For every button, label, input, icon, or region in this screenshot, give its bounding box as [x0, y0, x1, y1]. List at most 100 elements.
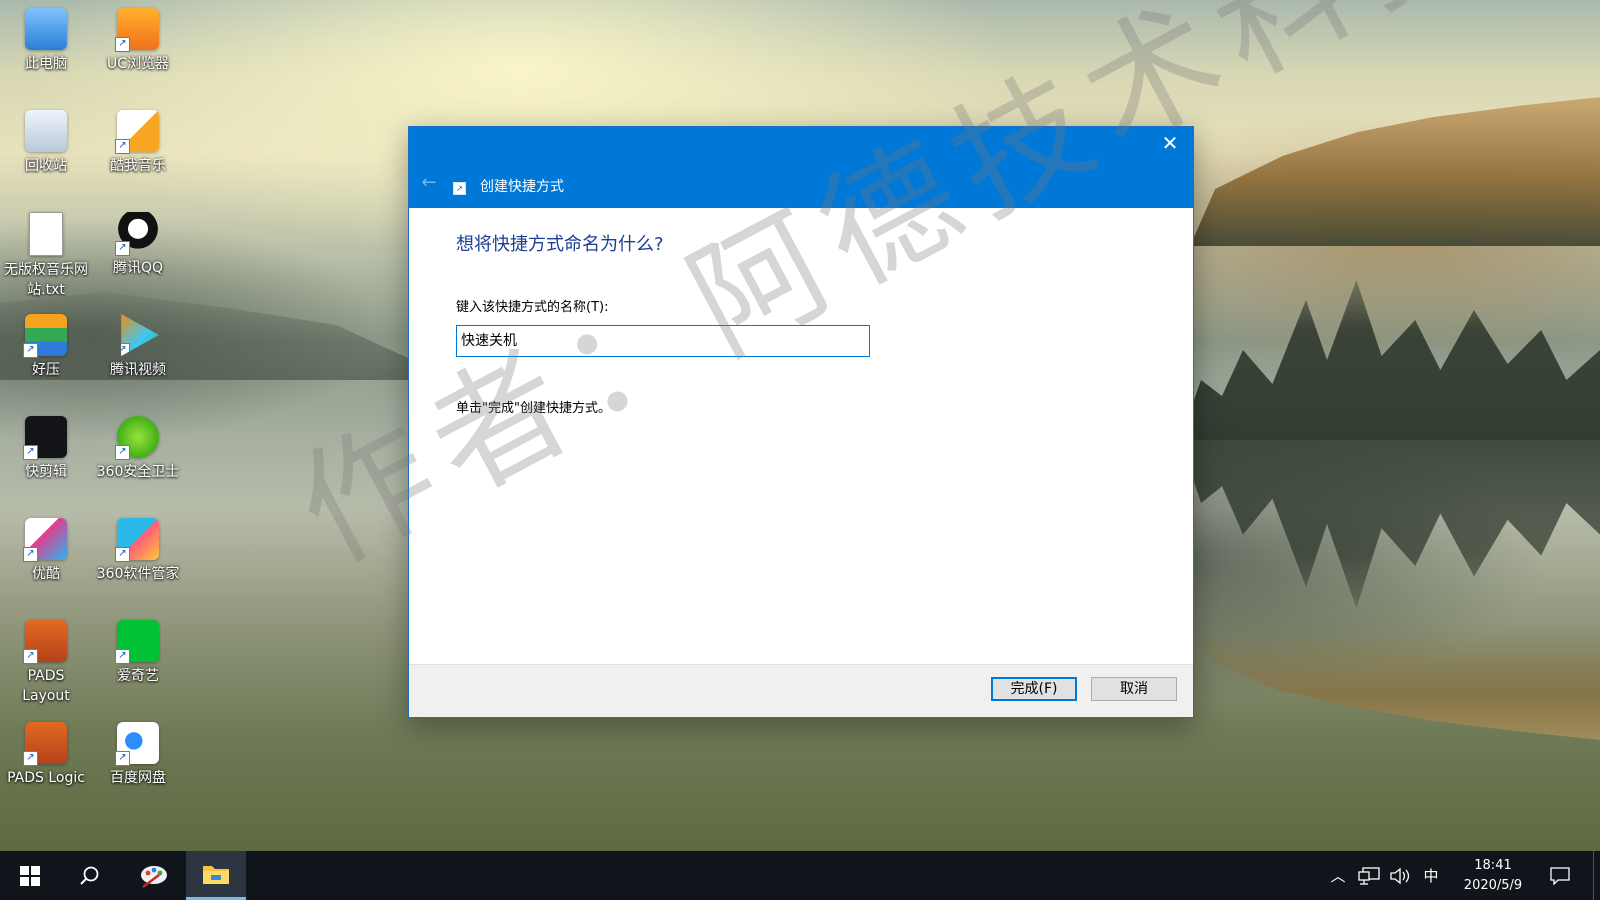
shortcut-arrow-icon: ↗	[115, 241, 130, 256]
input-method-button[interactable]: 中	[1418, 851, 1444, 900]
desktop-icon-label: PADS Logic	[7, 770, 85, 786]
finish-button[interactable]: 完成(F)	[991, 677, 1077, 701]
shortcut-arrow-icon: ↗	[23, 547, 38, 562]
kuwo-music-icon: ↗	[115, 110, 159, 154]
360-software-manager-icon: ↗	[115, 518, 159, 562]
chevron-up-icon: ︿	[1330, 867, 1346, 885]
network-icon	[1358, 866, 1380, 885]
taskbar-app-paint[interactable]	[124, 851, 184, 900]
folder-icon	[203, 866, 229, 884]
search-icon	[80, 866, 99, 885]
youku-icon: ↗	[23, 518, 67, 562]
shortcut-name-input[interactable]	[456, 325, 870, 357]
desktop-icon-label: 百度网盘	[110, 770, 166, 786]
desktop-icon-recycle-bin[interactable]: 回收站	[0, 106, 92, 202]
search-button[interactable]	[60, 851, 120, 900]
desktop-icon-haozip[interactable]: ↗ 好压	[0, 310, 92, 406]
pads-logic-icon: ↗	[23, 722, 67, 766]
desktop-icon-uc-browser[interactable]: ↗ UC浏览器	[92, 4, 184, 100]
desktop-icon-tencent-video[interactable]: ↗ 腾讯视频	[92, 310, 184, 406]
shortcut-arrow-icon: ↗	[23, 751, 38, 766]
shortcut-arrow-icon: ↗	[23, 649, 38, 664]
desktop-icon-360-software-manager[interactable]: ↗ 360软件管家	[92, 514, 184, 610]
desktop-icon-360-security[interactable]: ↗ 360安全卫士	[92, 412, 184, 508]
notification-icon	[1550, 866, 1570, 885]
show-desktop-button[interactable]	[1593, 851, 1600, 900]
start-button[interactable]	[0, 851, 60, 900]
desktop-icon-kuwo-music[interactable]: ↗ 酷我音乐	[92, 106, 184, 202]
desktop-icon-label: UC浏览器	[106, 56, 170, 72]
uc-browser-icon: ↗	[115, 8, 159, 52]
action-center-button[interactable]	[1544, 851, 1576, 900]
desktop-icon-label: 快剪辑	[25, 464, 67, 480]
speaker-icon	[1390, 867, 1410, 884]
shortcut-arrow-icon: ↗	[115, 445, 130, 460]
cancel-button[interactable]: 取消	[1091, 677, 1177, 701]
shortcut-name-label: 键入该快捷方式的名称(T):	[456, 300, 609, 315]
desktop-icon-label: 腾讯QQ	[112, 260, 164, 276]
desktop-icon-text-file[interactable]: 无版权音乐网站.txt	[0, 208, 92, 308]
desktop-icon-baidu-netdisk[interactable]: ↗ 百度网盘	[92, 718, 184, 814]
desktop-icon-label: 此电脑	[25, 56, 67, 72]
desktop-icon-label: 好压	[32, 362, 60, 378]
qq-icon: ↗	[115, 212, 159, 256]
show-hidden-icons-button[interactable]: ︿	[1326, 851, 1350, 900]
dialog-header: ✕ ← ↗ 创建快捷方式	[409, 127, 1193, 208]
recycle-bin-icon	[25, 110, 67, 152]
wallpaper-tree-reflection	[1180, 440, 1600, 608]
computer-icon	[25, 8, 67, 50]
desktop-icon-label: 回收站	[25, 158, 67, 174]
shortcut-wizard-icon: ↗	[453, 182, 466, 195]
desktop-icon-label: 360软件管家	[96, 566, 180, 582]
close-icon: ✕	[1161, 131, 1179, 155]
shortcut-arrow-icon: ↗	[23, 343, 38, 358]
wallpaper-mountain	[1190, 96, 1600, 246]
taskbar-app-file-explorer[interactable]	[186, 851, 246, 900]
dialog-footer: 完成(F) 取消	[409, 664, 1193, 717]
desktop-icon-qq[interactable]: ↗ 腾讯QQ	[92, 208, 184, 304]
desktop-icon-pads-logic[interactable]: ↗ PADS Logic	[0, 718, 92, 814]
kuaijianji-icon: ↗	[23, 416, 67, 460]
clock-date: 2020/5/9	[1463, 878, 1523, 893]
desktop-icon-youku[interactable]: ↗ 优酷	[0, 514, 92, 610]
shortcut-arrow-icon: ↗	[121, 343, 130, 356]
clock[interactable]: 18:41 2020/5/9	[1448, 856, 1538, 896]
shortcut-arrow-icon: ↗	[115, 37, 130, 52]
back-arrow-icon: ←	[421, 172, 437, 193]
desktop-icon-label: 优酷	[32, 566, 60, 582]
iqiyi-icon: ↗	[115, 620, 159, 664]
windows-logo-icon	[20, 865, 40, 886]
desktop-icon-this-pc[interactable]: 此电脑	[0, 4, 92, 100]
wallpaper-mountain-reflection	[1190, 630, 1600, 740]
clock-time: 18:41	[1474, 858, 1512, 873]
wallpaper-trees	[1180, 280, 1600, 440]
desktop-icon-label: 无版权音乐网站.txt	[4, 262, 88, 298]
desktop-icon-pads-layout[interactable]: ↗ PADS Layout	[0, 616, 92, 716]
page-heading: 想将快捷方式命名为什么?	[456, 234, 664, 255]
baidu-netdisk-icon: ↗	[115, 722, 159, 766]
desktop-icon-label: PADS Layout	[22, 668, 70, 704]
dialog-title: 创建快捷方式	[480, 179, 564, 195]
create-shortcut-dialog: ✕ ← ↗ 创建快捷方式 想将快捷方式命名为什么? 键入该快捷方式的名称(T):…	[408, 126, 1194, 718]
pads-layout-icon: ↗	[23, 620, 67, 664]
shortcut-arrow-icon: ↗	[23, 445, 38, 460]
text-file-icon	[29, 212, 63, 256]
taskbar: ︿ 中 18:41 2020/5/9	[0, 851, 1600, 900]
tencent-video-icon: ↗	[121, 314, 159, 356]
360-security-icon: ↗	[115, 416, 159, 460]
network-button[interactable]	[1355, 851, 1383, 900]
volume-button[interactable]	[1386, 851, 1414, 900]
paint-palette-icon	[141, 865, 167, 888]
shortcut-arrow-icon: ↗	[115, 139, 130, 154]
shortcut-arrow-icon: ↗	[115, 547, 130, 562]
close-button[interactable]: ✕	[1147, 127, 1193, 159]
shortcut-arrow-icon: ↗	[115, 649, 130, 664]
desktop-icon-label: 腾讯视频	[110, 362, 166, 378]
finish-hint-text: 单击"完成"创建快捷方式。	[456, 401, 611, 416]
desktop-icon-iqiyi[interactable]: ↗ 爱奇艺	[92, 616, 184, 712]
desktop-icon-kuaijianji[interactable]: ↗ 快剪辑	[0, 412, 92, 508]
desktop-icon-label: 爱奇艺	[117, 668, 159, 684]
back-button[interactable]: ←	[417, 171, 441, 195]
desktop-icon-label: 酷我音乐	[110, 158, 166, 174]
desktop-icon-label: 360安全卫士	[96, 464, 180, 480]
